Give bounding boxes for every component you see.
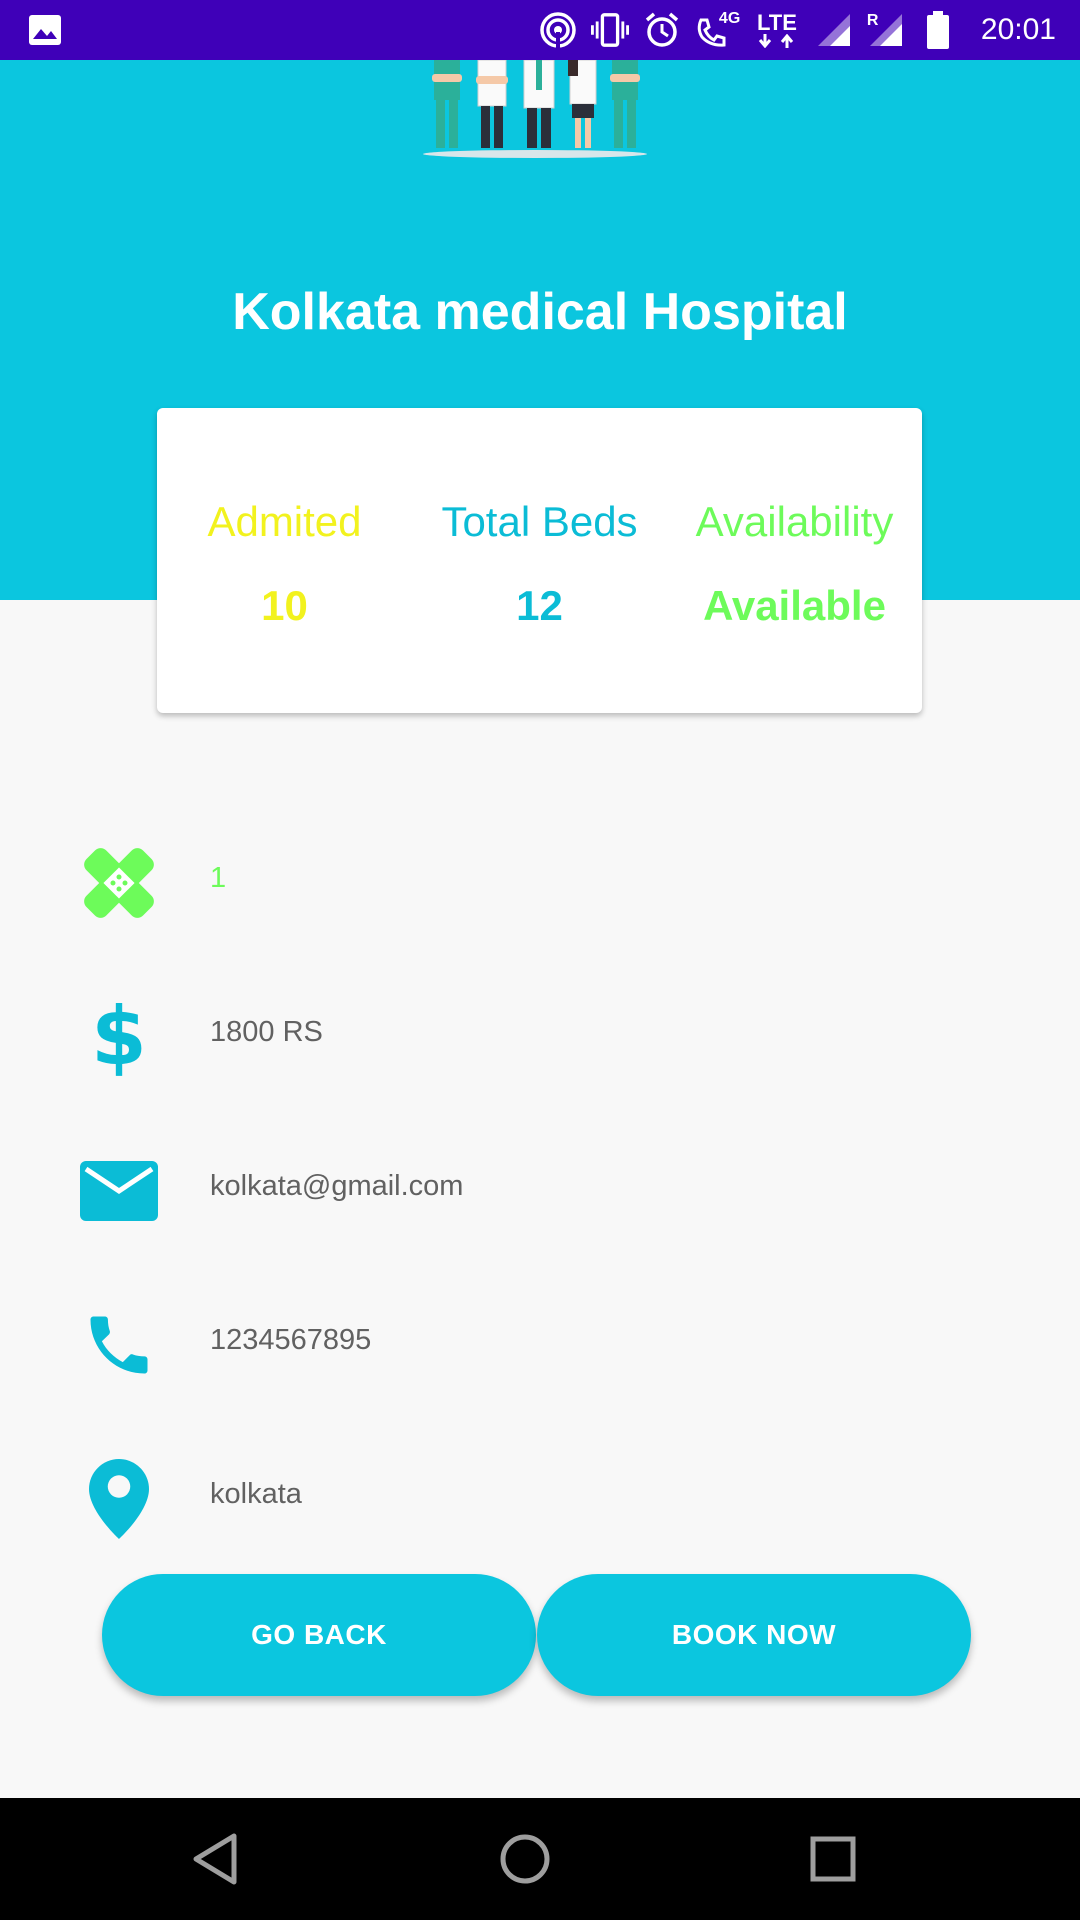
navigation-bar bbox=[0, 1798, 1080, 1920]
mail-icon bbox=[78, 1150, 160, 1232]
location-row: kolkata bbox=[0, 1448, 1080, 1548]
back-nav-icon[interactable] bbox=[184, 1828, 246, 1890]
signal-icon bbox=[815, 11, 853, 49]
recents-nav-icon[interactable] bbox=[802, 1828, 864, 1890]
go-back-button[interactable]: GO BACK bbox=[102, 1574, 536, 1696]
status-bar: 4G LTE R 20:01 bbox=[0, 0, 1080, 60]
clock: 20:01 bbox=[980, 13, 1056, 46]
lte-icon: LTE bbox=[753, 11, 801, 49]
email-value[interactable]: kolkata@gmail.com bbox=[210, 1170, 463, 1203]
stats-card: Admited 10 Total Beds 12 Availability Av… bbox=[157, 408, 922, 713]
phone-icon bbox=[78, 1304, 160, 1386]
availability-value: Available bbox=[703, 582, 886, 629]
total-beds-value: 12 bbox=[516, 582, 563, 629]
total-beds-label: Total Beds bbox=[441, 498, 638, 545]
admitted-label: Admited bbox=[207, 498, 362, 545]
hospital-name: Kolkata medical Hospital bbox=[232, 283, 848, 341]
dollar-icon: $ bbox=[91, 990, 147, 1083]
location-value: kolkata bbox=[210, 1478, 302, 1510]
location-pin-icon bbox=[78, 1458, 160, 1540]
volte-call-icon: 4G bbox=[695, 11, 740, 49]
image-icon bbox=[29, 15, 61, 45]
phone-row: 1234567895 bbox=[0, 1294, 1080, 1394]
availability-label: Availability bbox=[695, 498, 894, 545]
email-row: kolkata@gmail.com bbox=[0, 1140, 1080, 1240]
phone-value[interactable]: 1234567895 bbox=[210, 1324, 371, 1357]
admitted-stat: Admited 10 bbox=[157, 498, 412, 630]
vibrate-icon bbox=[590, 11, 629, 49]
hotspot-icon bbox=[539, 11, 577, 49]
bandage-row: 1 bbox=[0, 832, 1080, 932]
home-nav-icon[interactable] bbox=[494, 1828, 556, 1890]
bandage-count: 1 bbox=[210, 862, 227, 894]
total-beds-stat: Total Beds 12 bbox=[412, 498, 667, 630]
roaming-signal-icon: R bbox=[867, 11, 905, 49]
availability-stat: Availability Available bbox=[667, 498, 922, 630]
price-row: $ 1800 RS bbox=[0, 986, 1080, 1086]
alarm-icon bbox=[643, 11, 681, 49]
battery-icon bbox=[919, 11, 957, 49]
doctors-illustration bbox=[423, 60, 647, 158]
admitted-value: 10 bbox=[261, 582, 308, 629]
bandage-icon bbox=[78, 842, 160, 924]
price-value: 1800 RS bbox=[210, 1016, 323, 1048]
book-now-button[interactable]: BOOK NOW bbox=[537, 1574, 971, 1696]
